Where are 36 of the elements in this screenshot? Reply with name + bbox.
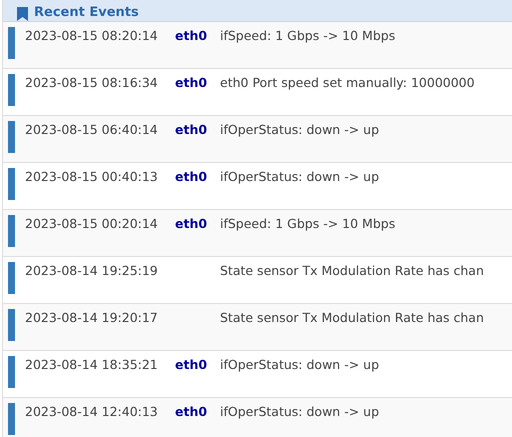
event-message: ifSpeed: 1 Gbps -> 10 Mbps bbox=[220, 215, 396, 233]
event-message: State sensor Tx Modulation Rate has chan bbox=[220, 262, 484, 280]
device-link[interactable]: eth0 bbox=[175, 356, 220, 374]
event-time: 2023-08-14 19:20:17 bbox=[25, 309, 159, 327]
severity-bar bbox=[8, 74, 15, 106]
event-time: 2023-08-15 00:40:13 bbox=[25, 168, 159, 186]
bookmark-icon bbox=[17, 7, 28, 21]
severity-bar bbox=[8, 309, 15, 341]
event-time: 2023-08-14 19:25:19 bbox=[25, 262, 159, 280]
event-time: 2023-08-15 08:20:14 bbox=[25, 27, 159, 45]
event-message: ifOperStatus: down -> up bbox=[220, 356, 380, 374]
device-link[interactable]: eth0 bbox=[175, 168, 220, 186]
event-time: 2023-08-15 06:40:14 bbox=[25, 121, 159, 139]
severity-bar bbox=[8, 262, 15, 294]
event-time: 2023-08-15 00:20:14 bbox=[25, 215, 159, 233]
device-link[interactable]: eth0 bbox=[175, 74, 220, 92]
event-message: ifOperStatus: down -> up bbox=[220, 168, 380, 186]
severity-bar bbox=[8, 403, 15, 435]
device-link[interactable]: eth0 bbox=[175, 27, 220, 45]
event-time: 2023-08-14 12:40:13 bbox=[25, 403, 159, 421]
device-link[interactable]: eth0 bbox=[175, 121, 220, 139]
severity-bar bbox=[8, 168, 15, 200]
event-message: State sensor Tx Modulation Rate has chan bbox=[220, 309, 484, 327]
event-message: eth0 Port speed set manually: 10000000 bbox=[220, 74, 475, 92]
severity-bar bbox=[8, 27, 15, 59]
severity-bar bbox=[8, 121, 15, 153]
event-time: 2023-08-15 08:16:34 bbox=[25, 74, 159, 92]
severity-bar bbox=[8, 215, 15, 247]
device-link[interactable]: eth0 bbox=[175, 215, 220, 233]
event-time: 2023-08-14 18:35:21 bbox=[25, 356, 159, 374]
event-message: ifOperStatus: down -> up bbox=[220, 121, 380, 139]
severity-bar bbox=[8, 356, 15, 388]
event-message: ifOperStatus: down -> up bbox=[220, 403, 380, 421]
panel-title: Recent Events bbox=[34, 5, 139, 21]
event-message: ifSpeed: 1 Gbps -> 10 Mbps bbox=[220, 27, 396, 45]
device-link[interactable]: eth0 bbox=[175, 403, 220, 421]
